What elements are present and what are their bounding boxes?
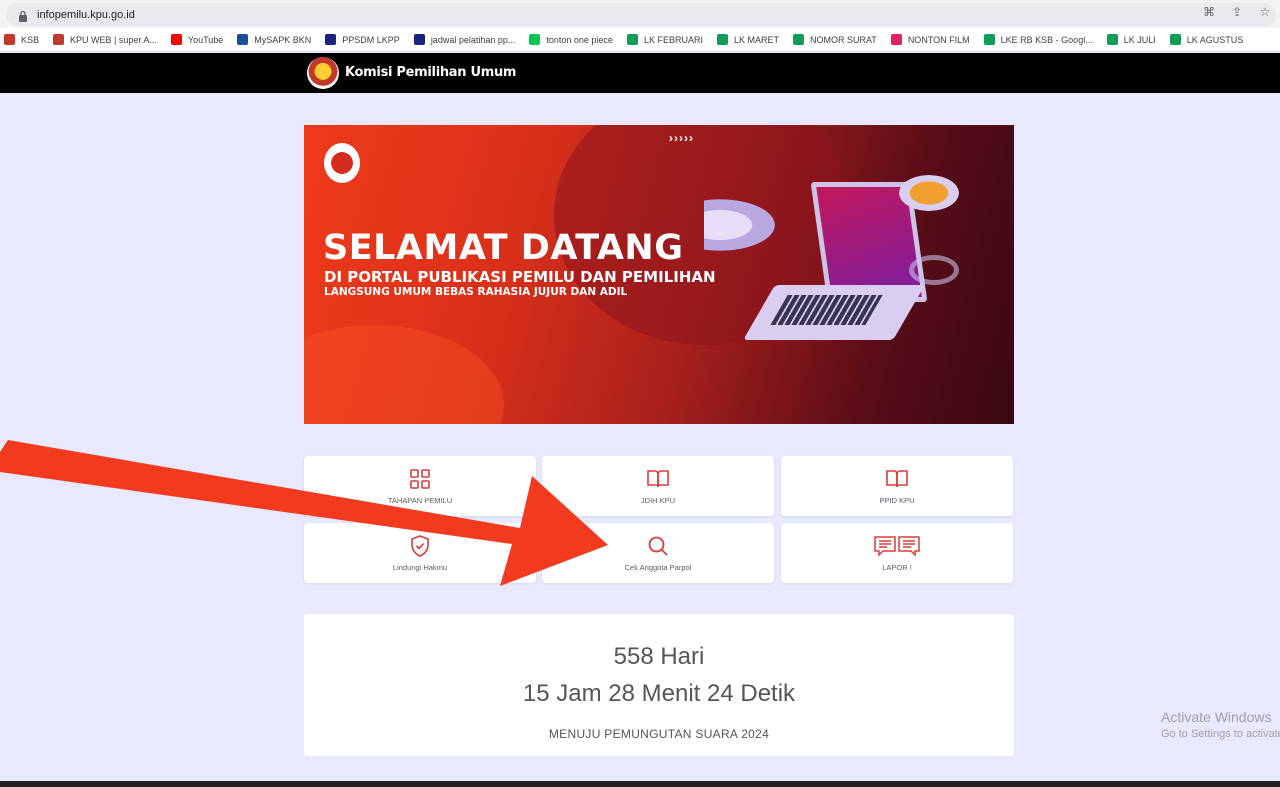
sheets-icon (1106, 34, 1118, 45)
sheets-icon (716, 34, 728, 45)
bookmark-label: LK MARET (733, 34, 779, 45)
browser-address-bar: infopemilu.kpu.go.id ⌘ ⇪ ☆ (0, 0, 1280, 28)
tile-label: Cek Anggota Parpol (624, 563, 692, 572)
banner-shape (304, 325, 504, 424)
countdown-time: 15 Jam 28 Menit 24 Detik (522, 680, 796, 707)
bookmark-item[interactable]: LK FEBRUARI (626, 34, 703, 45)
countdown-caption: MENUJU PEMUNGUTAN SUARA 2024 (548, 727, 770, 741)
kpu-logo-icon[interactable] (307, 57, 339, 89)
bookmark-item[interactable]: YouTube (170, 34, 224, 45)
tile-label: PPID KPU (879, 496, 915, 505)
tile-label: LAPOR ! (882, 563, 912, 572)
laptop-keyboard (770, 295, 883, 325)
taskbar-edge (0, 781, 1280, 787)
grid-icon (410, 469, 430, 489)
bookmark-label: PPSDM LKPP (342, 34, 400, 45)
chevrons-decoration: ››››› (669, 131, 694, 145)
share-icon[interactable]: ⇪ (1230, 5, 1244, 19)
tile-label: TAHAPAN PEMILU (387, 496, 453, 505)
activate-windows-hint: Go to Settings to activate Windows. (1161, 728, 1280, 740)
sheets-icon (626, 34, 638, 45)
kpu-icon (4, 34, 15, 45)
election-countdown: 558 Hari 15 Jam 28 Menit 24 Detik MENUJU… (304, 614, 1014, 756)
tile-label: JDIH KPU (640, 496, 676, 505)
bookmark-label: jadwal pelatihan pp... (430, 34, 516, 45)
kpu-emblem-icon (324, 143, 360, 183)
kpu-icon (53, 34, 65, 45)
book-icon (647, 470, 669, 488)
tile-lapor[interactable]: LAPOR ! (781, 523, 1013, 583)
activate-windows-watermark: Activate Windows (1161, 709, 1272, 725)
ring-decoration (909, 255, 959, 285)
bookmark-label: LK FEBRUARI (643, 34, 703, 45)
bookmark-item[interactable]: MySAPK BKN (237, 34, 311, 45)
tile-jdih-kpu[interactable]: JDIH KPU (542, 456, 774, 516)
url-text[interactable]: infopemilu.kpu.go.id (37, 8, 135, 22)
search-icon (648, 536, 668, 556)
bookmark-label: MySAPK BKN (254, 34, 312, 45)
star-icon[interactable]: ☆ (1258, 5, 1272, 19)
omnibox[interactable]: infopemilu.kpu.go.id (6, 3, 1276, 26)
sheets-icon (792, 34, 804, 45)
bookmark-item[interactable]: LKE RB KSB - Googl... (983, 34, 1093, 45)
lock-icon (19, 10, 27, 22)
tile-tahapan-pemilu[interactable]: TAHAPAN PEMILU (304, 456, 536, 516)
magnifier-icon (899, 175, 959, 211)
bookmarks-bar: KSB KPU WEB | super A... YouTube MySAPK BKN… (0, 28, 1280, 52)
chat-icon (874, 536, 920, 557)
sheets-icon (983, 34, 995, 45)
bookmark-label: KPU WEB | super A... (70, 34, 157, 45)
countdown-days: 558 Hari (613, 643, 705, 670)
bookmark-label: LK AGUSTUS (1186, 34, 1244, 45)
shield-check-icon (411, 535, 429, 557)
tile-lindungi-hakmu[interactable]: Lindungi Hakmu (304, 523, 536, 583)
bookmark-label: tonton one piece (546, 34, 613, 45)
bookmark-item[interactable]: PPSDM LKPP (325, 34, 400, 45)
bookmark-item[interactable]: NONTON FILM (890, 34, 970, 45)
film-icon (890, 34, 902, 45)
bookmark-item[interactable]: jadwal pelatihan pp... (413, 34, 516, 45)
youtube-icon (170, 34, 182, 45)
sheets-icon (1169, 34, 1181, 45)
lkpp-icon (325, 34, 337, 45)
bookmark-item[interactable]: LK AGUSTUS (1169, 34, 1244, 45)
welcome-banner: ››››› SELAMAT DATANG DI PORTAL PUBLIKASI… (304, 125, 1014, 424)
lkpp-icon (413, 34, 425, 45)
bookmark-label: NOMOR SURAT (809, 34, 877, 45)
bookmark-item[interactable]: tonton one piece (529, 34, 613, 45)
bookmark-label: LKE RB KSB - Googl... (1000, 34, 1093, 45)
tile-cek-anggota-parpol[interactable]: Cek Anggota Parpol (542, 523, 774, 583)
bookmark-label: NONTON FILM (907, 34, 970, 45)
book-icon (886, 470, 908, 488)
brand-title[interactable]: Komisi Pemilihan Umum (345, 65, 516, 80)
site-header: Komisi Pemilihan Umum (0, 53, 1280, 93)
banner-tagline: LANGSUNG UMUM BEBAS RAHASIA JUJUR DAN AD… (324, 286, 628, 298)
bookmark-item[interactable]: LK JULI (1106, 34, 1156, 45)
tile-ppid-kpu[interactable]: PPID KPU (781, 456, 1013, 516)
megaphone-icon (704, 195, 784, 255)
banner-title: SELAMAT DATANG (323, 228, 684, 268)
tile-label: Lindungi Hakmu (392, 563, 448, 572)
bookmark-item[interactable]: NOMOR SURAT (792, 34, 877, 45)
banner-subtitle: DI PORTAL PUBLIKASI PEMILU DAN PEMILIHAN (324, 268, 716, 286)
bookmark-label: KSB (21, 34, 40, 45)
bookmark-item[interactable]: KPU WEB | super A... (53, 34, 157, 45)
iqiyi-icon (529, 34, 541, 45)
bookmark-label: YouTube (187, 34, 224, 45)
translate-icon[interactable]: ⌘ (1202, 5, 1216, 19)
bookmark-item[interactable]: LK MARET (716, 34, 779, 45)
bookmark-item[interactable]: KSB (4, 34, 39, 45)
bookmark-label: LK JULI (1123, 34, 1156, 45)
bkn-icon (237, 34, 249, 45)
